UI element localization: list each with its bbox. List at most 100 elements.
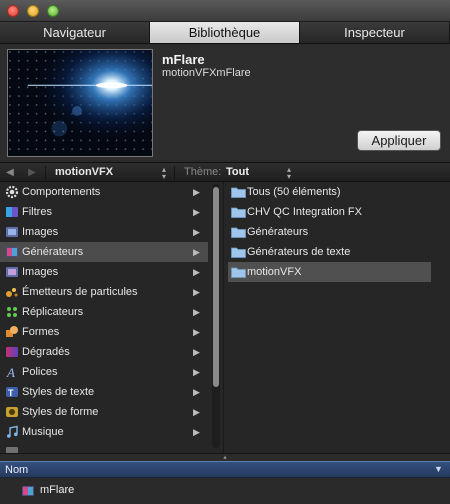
close-window-button[interactable] (7, 5, 19, 17)
list-header[interactable]: Nom ▼ (0, 461, 450, 478)
particle-emitter-icon (6, 288, 18, 297)
category-label: Images (22, 266, 59, 278)
category-item[interactable]: Émetteurs de particules ▶ (0, 282, 208, 302)
folder-item[interactable]: Générateurs de texte (228, 242, 431, 262)
folder-item-selected[interactable]: motionVFX (228, 262, 431, 282)
folder-item[interactable]: CHV QC Integration FX (228, 202, 431, 222)
list-item-label: mFlare (40, 484, 75, 496)
folder-icon (231, 247, 246, 258)
category-item[interactable]: Réplicateurs ▶ (0, 302, 208, 322)
source-popup[interactable]: motionVFX (55, 166, 113, 178)
chevron-right-icon: ▶ (193, 187, 200, 197)
theme-label: Thème: (184, 166, 222, 178)
category-item[interactable]: Images ▶ (0, 222, 208, 242)
film-icon (6, 267, 18, 277)
category-label: Comportements (22, 186, 101, 198)
tab-navigateur[interactable]: Navigateur (0, 22, 150, 43)
gradient-icon (6, 347, 18, 357)
shape-style-icon (6, 407, 18, 417)
folder-label: CHV QC Integration FX (247, 206, 362, 218)
splitter-handle[interactable]: ▴ (0, 453, 450, 461)
generator-file-icon (22, 486, 34, 496)
svg-text:A: A (6, 365, 15, 379)
toolbar-divider (174, 166, 175, 180)
folder-icon (231, 187, 246, 198)
panel-tabs: Navigateur Bibliothèque Inspecteur (0, 22, 450, 44)
shapes-icon (6, 326, 18, 337)
category-item-partial[interactable] (0, 442, 208, 453)
film-icon (6, 227, 18, 237)
chevron-right-icon: ▶ (193, 427, 200, 437)
chevron-right-icon: ▶ (193, 287, 200, 297)
category-item[interactable]: Dégradés ▶ (0, 342, 208, 362)
folder-label: Générateurs (247, 226, 309, 238)
scrollbar-thumb[interactable] (213, 187, 219, 387)
music-icon (7, 425, 18, 438)
text-style-icon: T (6, 387, 18, 398)
folder-icon (231, 207, 246, 218)
folder-item[interactable]: Générateurs (228, 222, 431, 242)
forward-arrow-icon[interactable]: ▶ (25, 166, 39, 180)
list-item[interactable]: mFlare (0, 478, 450, 504)
replicator-icon (7, 307, 17, 317)
category-label: Images (22, 226, 59, 238)
category-label: Générateurs (22, 246, 84, 258)
filters-icon (6, 207, 18, 217)
folder-label: Générateurs de texte (247, 246, 351, 258)
category-label: Réplicateurs (22, 306, 84, 318)
minimize-window-button[interactable] (27, 5, 39, 17)
preview-thumbnail (7, 49, 153, 157)
category-label: Musique (22, 426, 64, 438)
chevron-right-icon: ▶ (193, 307, 200, 317)
category-label: Polices (22, 366, 58, 378)
source-popup-arrows-icon[interactable]: ▴ ▾ (160, 166, 168, 181)
back-arrow-icon[interactable]: ◀ (3, 166, 17, 180)
apply-button[interactable]: Appliquer (357, 130, 441, 151)
chevron-right-icon: ▶ (193, 347, 200, 357)
zoom-window-button[interactable] (47, 5, 59, 17)
library-toolbar: ◀ ▶ motionVFX ▴ ▾ Thème: Tout ▴ ▾ (0, 162, 450, 182)
theme-popup-arrows-icon[interactable]: ▴ ▾ (285, 166, 293, 181)
category-item[interactable]: Filtres ▶ (0, 202, 208, 222)
folder-icon (231, 267, 246, 278)
folder-label: motionVFX (247, 266, 302, 278)
chevron-right-icon: ▶ (193, 227, 200, 237)
theme-popup[interactable]: Tout (226, 166, 249, 178)
gear-icon (5, 185, 19, 199)
sort-arrow-icon[interactable]: ▼ (434, 464, 443, 474)
chevron-right-icon: ▶ (193, 407, 200, 417)
category-list: Comportements ▶ Filtres ▶ Images ▶ Génér… (0, 182, 208, 453)
category-item-selected[interactable]: Générateurs ▶ (0, 242, 208, 262)
category-label: Formes (22, 326, 60, 338)
preview-title: mFlare (162, 52, 205, 67)
folder-item[interactable]: Tous (50 éléments) (228, 182, 431, 202)
toolbar-divider (45, 166, 46, 180)
category-item[interactable]: A Polices ▶ (0, 362, 208, 382)
tab-inspecteur[interactable]: Inspecteur (300, 22, 450, 43)
category-item[interactable]: Musique ▶ (0, 422, 208, 442)
category-label: Styles de texte (22, 386, 95, 398)
category-label: Filtres (22, 206, 52, 218)
preview-subtitle: motionVFXmFlare (162, 67, 251, 79)
font-icon: A (6, 365, 15, 379)
column-header-name[interactable]: Nom (5, 464, 28, 476)
svg-text:T: T (8, 388, 14, 398)
folder-label: Tous (50 éléments) (247, 186, 341, 198)
category-label: Dégradés (22, 346, 70, 358)
chevron-right-icon: ▶ (193, 327, 200, 337)
library-content: Comportements ▶ Filtres ▶ Images ▶ Génér… (0, 182, 450, 453)
film-icon (6, 447, 18, 453)
chevron-right-icon: ▶ (193, 267, 200, 277)
category-label: Styles de forme (22, 406, 99, 418)
category-item[interactable]: Images ▶ (0, 262, 208, 282)
category-scrollbar[interactable] (212, 184, 220, 448)
folder-icon (231, 227, 246, 238)
category-item[interactable]: Formes ▶ (0, 322, 208, 342)
window-titlebar (0, 0, 450, 22)
tab-bibliotheque[interactable]: Bibliothèque (150, 22, 300, 43)
folder-list: Tous (50 éléments) CHV QC Integration FX… (224, 182, 450, 453)
category-item[interactable]: Styles de forme ▶ (0, 402, 208, 422)
generators-icon (6, 247, 18, 257)
category-item[interactable]: T Styles de texte ▶ (0, 382, 208, 402)
category-item[interactable]: Comportements ▶ (0, 182, 208, 202)
